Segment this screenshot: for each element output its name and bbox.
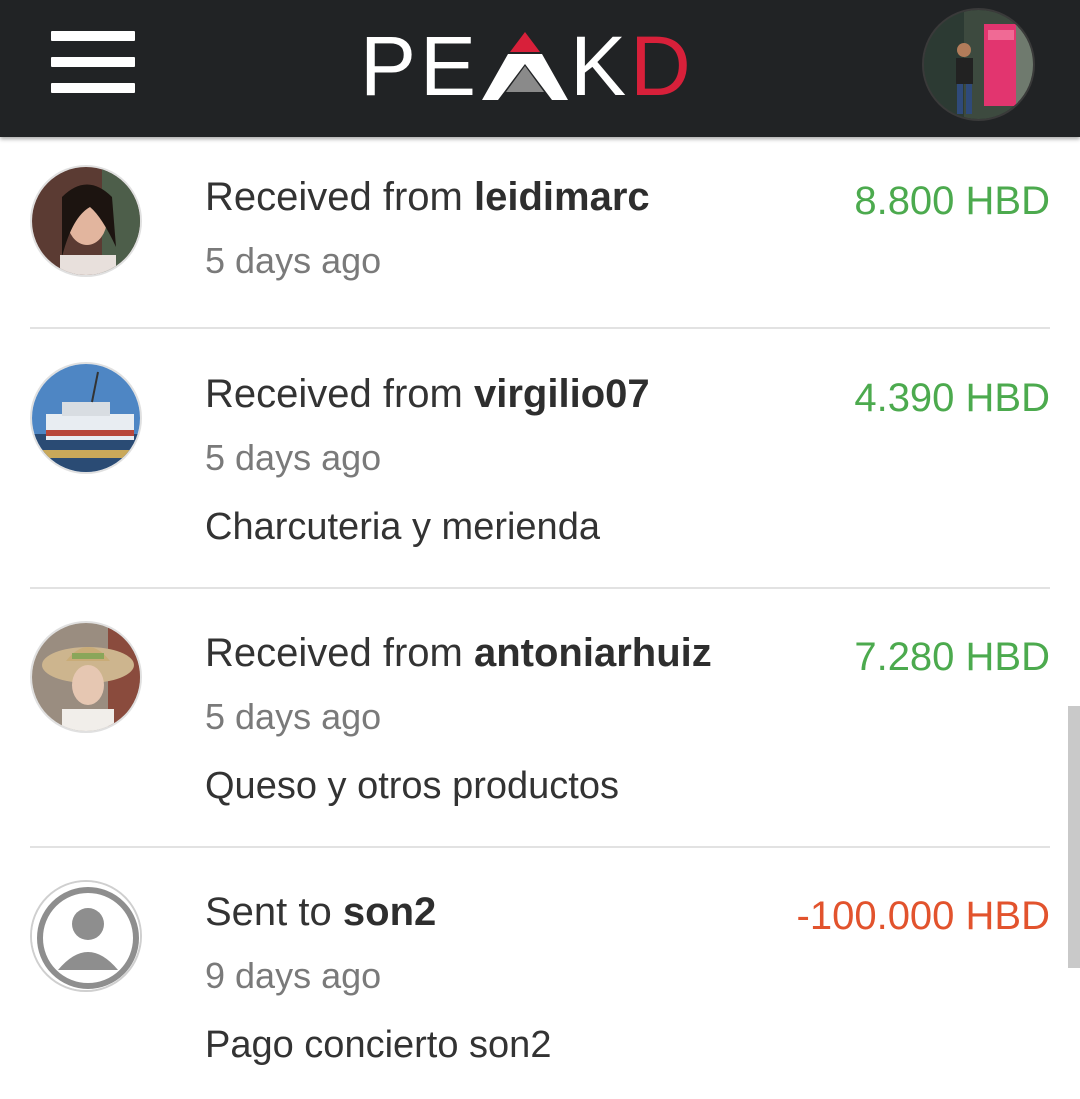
transaction-row: Sent to son2 9 days ago Pago concierto s… bbox=[30, 880, 1050, 1099]
transaction-title: Received from virgilio07 bbox=[205, 372, 650, 417]
logo-text-right: K bbox=[570, 19, 631, 113]
row-divider bbox=[30, 846, 1050, 848]
sender-avatar[interactable] bbox=[30, 165, 142, 277]
transaction-direction: Received from bbox=[205, 631, 463, 675]
transaction-title: Sent to son2 bbox=[205, 890, 436, 935]
transaction-amount: 4.390 HBD bbox=[854, 376, 1050, 420]
transaction-amount: 7.280 HBD bbox=[854, 635, 1050, 679]
transaction-time: 5 days ago bbox=[205, 240, 382, 281]
peakd-logo[interactable]: PE K D bbox=[360, 19, 695, 113]
recipient-avatar[interactable] bbox=[30, 880, 142, 992]
transaction-row: Received from virgilio07 5 days ago Char… bbox=[30, 362, 1050, 582]
transaction-time: 9 days ago bbox=[205, 955, 382, 996]
transaction-memo: Pago concierto son2 bbox=[205, 1024, 552, 1066]
transaction-time: 5 days ago bbox=[205, 696, 382, 737]
row-divider bbox=[30, 587, 1050, 589]
transaction-title: Received from antoniarhuiz bbox=[205, 631, 712, 676]
logo-a-mark-icon bbox=[482, 32, 569, 100]
sender-avatar[interactable] bbox=[30, 362, 142, 474]
scrollbar-thumb[interactable] bbox=[1068, 706, 1080, 968]
transaction-user-link[interactable]: leidimarc bbox=[474, 175, 650, 219]
wallet-screen: PE K D Received from leidimarc 5 days ag… bbox=[0, 0, 1080, 1099]
sender-avatar[interactable] bbox=[30, 621, 142, 733]
user-avatar-photo bbox=[924, 10, 1033, 119]
hamburger-menu-icon[interactable] bbox=[51, 31, 135, 93]
transaction-user-link[interactable]: antoniarhuiz bbox=[474, 631, 712, 675]
user-avatar[interactable] bbox=[922, 8, 1035, 121]
logo-text-end: D bbox=[630, 19, 695, 113]
transaction-amount: 8.800 HBD bbox=[854, 179, 1050, 223]
transaction-memo: Charcuteria y merienda bbox=[205, 506, 600, 548]
transaction-memo: Queso y otros productos bbox=[205, 765, 619, 807]
logo-text-left: PE bbox=[360, 19, 481, 113]
transaction-row: Received from leidimarc 5 days ago 8.800… bbox=[30, 165, 1050, 315]
top-navbar: PE K D bbox=[0, 0, 1080, 137]
transaction-user-link[interactable]: son2 bbox=[343, 890, 436, 934]
sender-avatar-photo bbox=[32, 623, 140, 731]
sender-avatar-photo bbox=[32, 167, 140, 275]
transaction-user-link[interactable]: virgilio07 bbox=[474, 372, 650, 416]
transaction-direction: Received from bbox=[205, 175, 463, 219]
transaction-row: Received from antoniarhuiz 5 days ago Qu… bbox=[30, 621, 1050, 841]
transaction-title: Received from leidimarc bbox=[205, 175, 650, 220]
transaction-direction: Sent to bbox=[205, 890, 332, 934]
sender-avatar-photo bbox=[32, 364, 140, 472]
default-user-icon bbox=[32, 882, 140, 990]
transaction-time: 5 days ago bbox=[205, 437, 382, 478]
transaction-direction: Received from bbox=[205, 372, 463, 416]
transaction-amount: -100.000 HBD bbox=[796, 894, 1050, 938]
row-divider bbox=[30, 327, 1050, 329]
